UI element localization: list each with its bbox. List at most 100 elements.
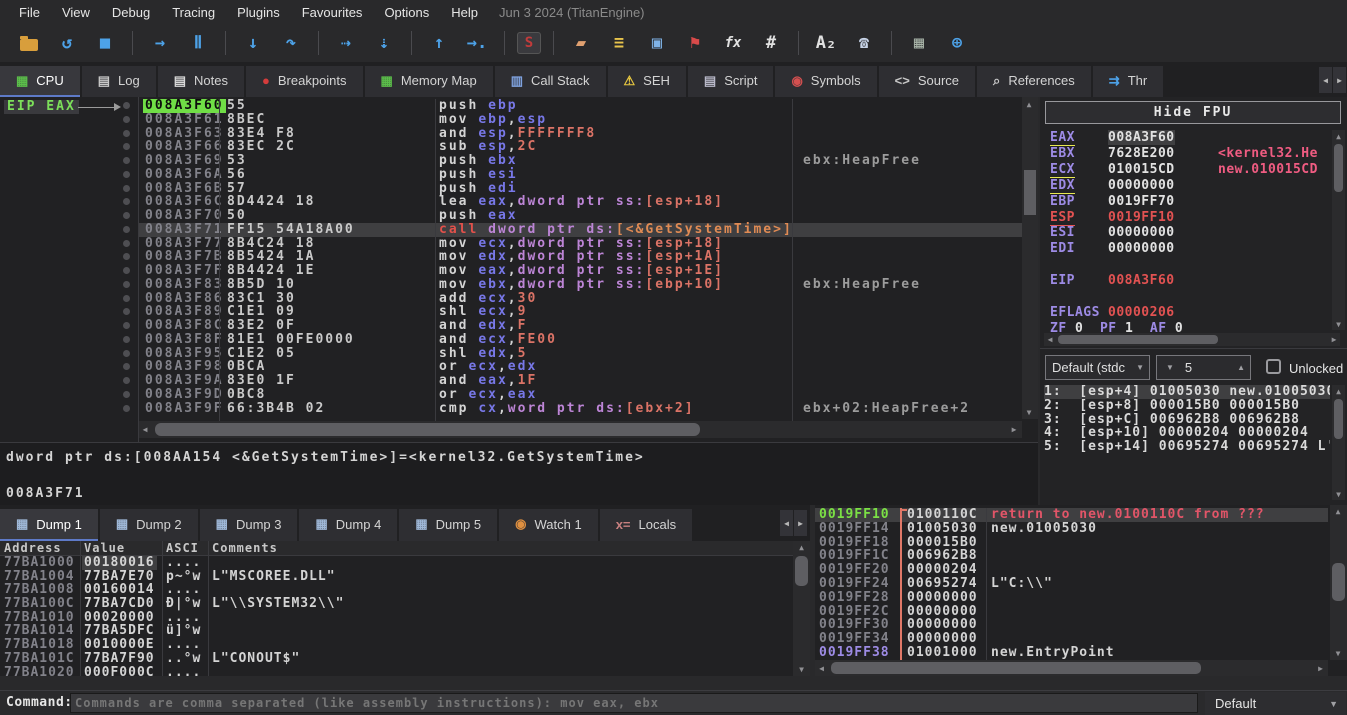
breakpoint-dot[interactable]: [123, 253, 130, 260]
scroll-left-icon[interactable]: ◀: [139, 421, 153, 438]
disasm-row[interactable]: 008A3F95C1E2 05shl edx,5: [139, 347, 1022, 361]
scroll-up-icon[interactable]: ▲: [1332, 130, 1345, 142]
patches-icon[interactable]: ▰: [566, 29, 596, 57]
breakpoint-dot[interactable]: [123, 143, 130, 150]
register-value[interactable]: 7628E200: [1108, 146, 1175, 161]
dump-vscrollbar[interactable]: ▲ ▼: [793, 541, 810, 676]
breakpoint-dot[interactable]: [123, 350, 130, 357]
disasm-row[interactable]: 008A3F9D0BC8or ecx,eax: [139, 388, 1022, 402]
argument-row[interactable]: 3: [esp+C] 006962B8 006962B8: [1044, 413, 1330, 427]
dump-tab-watch-1[interactable]: ◉Watch 1: [499, 509, 598, 541]
register-value[interactable]: 008A3F60: [1108, 130, 1175, 145]
dump-tab-locals[interactable]: x=Locals: [600, 509, 692, 541]
register-value[interactable]: 010015CD: [1108, 162, 1175, 177]
disasm-row[interactable]: 008A3F89C1E1 09shl ecx,9: [139, 305, 1022, 319]
breakpoint-dot[interactable]: [123, 171, 130, 178]
attach-icon[interactable]: ☎: [849, 29, 879, 57]
disasm-row[interactable]: 008A3F980BCAor ecx,edx: [139, 360, 1022, 374]
disasm-row[interactable]: 008A3F6683EC 2Csub esp,2C: [139, 140, 1022, 154]
menu-tracing[interactable]: Tracing: [161, 5, 226, 20]
breakpoint-dot[interactable]: [123, 308, 130, 315]
disasm-row[interactable]: 008A3F7050push eax: [139, 209, 1022, 223]
breakpoint-dot[interactable]: [123, 130, 130, 137]
disasm-row[interactable]: 008A3F6055push ebp: [139, 99, 1022, 113]
menu-debug[interactable]: Debug: [101, 5, 161, 20]
calling-convention-dropdown[interactable]: Default (stdc ▼: [1045, 355, 1150, 380]
scroll-down-icon[interactable]: ▼: [793, 663, 810, 676]
breakpoint-dot[interactable]: [123, 212, 130, 219]
scroll-up-icon[interactable]: ▲: [1330, 505, 1347, 518]
breakpoint-dot[interactable]: [123, 267, 130, 274]
scroll-left-icon[interactable]: ◀: [1044, 333, 1056, 346]
tab-script[interactable]: ▤Script: [688, 66, 774, 97]
dump-row[interactable]: 77BA101000020000....: [0, 611, 793, 625]
stack-row[interactable]: 0019FF3400000000: [815, 632, 1328, 646]
breakpoint-dot[interactable]: [123, 377, 130, 384]
argument-row[interactable]: 2: [esp+8] 000015B0 000015B0: [1044, 399, 1330, 413]
tab-thr[interactable]: ⇉Thr: [1093, 66, 1163, 97]
register-name[interactable]: EDI: [1050, 241, 1108, 256]
breakpoint-dot[interactable]: [123, 226, 130, 233]
register-name[interactable]: EBP: [1050, 194, 1108, 209]
tab-cpu[interactable]: ▦CPU: [0, 66, 80, 97]
hide-fpu-button[interactable]: Hide FPU: [1045, 101, 1341, 124]
tab-scroll-left-icon[interactable]: ◀: [1319, 67, 1332, 93]
disasm-vscrollbar[interactable]: ▲ ▼: [1022, 97, 1038, 419]
breakpoint-dot[interactable]: [123, 295, 130, 302]
stack-row[interactable]: 0019FF2C00000000: [815, 605, 1328, 619]
stack-row[interactable]: 0019FF3000000000: [815, 618, 1328, 632]
labels-icon[interactable]: ▣: [642, 29, 672, 57]
args-vscroll-thumb[interactable]: [1334, 399, 1343, 439]
command-input[interactable]: [70, 693, 1198, 713]
step-into-icon[interactable]: ↓: [238, 29, 268, 57]
dump-vscroll-thumb[interactable]: [795, 556, 808, 586]
dump-tab-dump-5[interactable]: ▦Dump 5: [399, 509, 497, 541]
run-icon[interactable]: →: [145, 29, 175, 57]
breakpoint-dot[interactable]: [123, 198, 130, 205]
stack-row[interactable]: 0019FF2000000204: [815, 563, 1328, 577]
open-file-icon[interactable]: [14, 29, 44, 57]
dump-row[interactable]: 77BA100800160014....: [0, 583, 793, 597]
disasm-row[interactable]: 008A3F6A56push esi: [139, 168, 1022, 182]
disasm-row[interactable]: 008A3F6C8D4424 18lea eax,dword ptr ss:[e…: [139, 195, 1022, 209]
dump-row[interactable]: 77BA101477BA5DFCü]°w: [0, 624, 793, 638]
menu-view[interactable]: View: [51, 5, 101, 20]
register-value[interactable]: 00000000: [1108, 178, 1175, 193]
tab-scroll-right-icon[interactable]: ▶: [1333, 67, 1346, 93]
pause-icon[interactable]: Ⅱ: [183, 29, 213, 57]
stack-row[interactable]: 0019FF2800000000: [815, 591, 1328, 605]
registers-vscrollbar[interactable]: ▲ ▼: [1332, 130, 1345, 330]
trace-into-icon[interactable]: ⇢: [331, 29, 361, 57]
spinner-up-icon[interactable]: ▲: [1232, 363, 1250, 372]
internet-icon[interactable]: ⊕: [942, 29, 972, 57]
dump-column-header[interactable]: ASCI: [166, 541, 199, 556]
menu-plugins[interactable]: Plugins: [226, 5, 291, 20]
breakpoint-dot[interactable]: [123, 405, 130, 412]
breakpoint-dot[interactable]: [123, 322, 130, 329]
tab-seh[interactable]: ⚠SEH: [608, 66, 686, 97]
breakpoint-dot[interactable]: [123, 363, 130, 370]
register-value[interactable]: 0019FF10: [1108, 210, 1175, 225]
dump-tab-dump-3[interactable]: ▦Dump 3: [200, 509, 298, 541]
stack-row[interactable]: 0019FF1401005030new.01005030: [815, 522, 1328, 536]
stack-hscrollbar[interactable]: ◀ ▶: [815, 660, 1328, 676]
tab-scroll-right-icon[interactable]: ▶: [794, 510, 807, 536]
scroll-right-icon[interactable]: ▶: [1328, 333, 1340, 346]
dump-tab-dump-1[interactable]: ▦Dump 1: [0, 509, 98, 541]
stack-row[interactable]: 0019FF2400695274L"C:\\": [815, 577, 1328, 591]
breakpoint-dot[interactable]: [123, 185, 130, 192]
dump-row[interactable]: 77BA1020000F000C....: [0, 666, 793, 677]
menu-file[interactable]: File: [8, 5, 51, 20]
string-references-icon[interactable]: #: [756, 29, 786, 57]
breakpoint-dot[interactable]: [123, 281, 130, 288]
disasm-row[interactable]: 008A3F8C83E2 0Fand edx,F: [139, 319, 1022, 333]
dump-column-header[interactable]: Value: [84, 541, 125, 556]
calculator-icon[interactable]: ▦: [904, 29, 934, 57]
scroll-up-icon[interactable]: ▲: [1022, 97, 1038, 111]
menu-options[interactable]: Options: [373, 5, 440, 20]
register-value[interactable]: 0019FF70: [1108, 194, 1175, 209]
disasm-row[interactable]: 008A3F7B8B5424 1Amov edx,dword ptr ss:[e…: [139, 250, 1022, 264]
register-value[interactable]: 008A3F60: [1108, 273, 1175, 288]
register-value[interactable]: 00000000: [1108, 225, 1175, 240]
menu-favourites[interactable]: Favourites: [291, 5, 374, 20]
